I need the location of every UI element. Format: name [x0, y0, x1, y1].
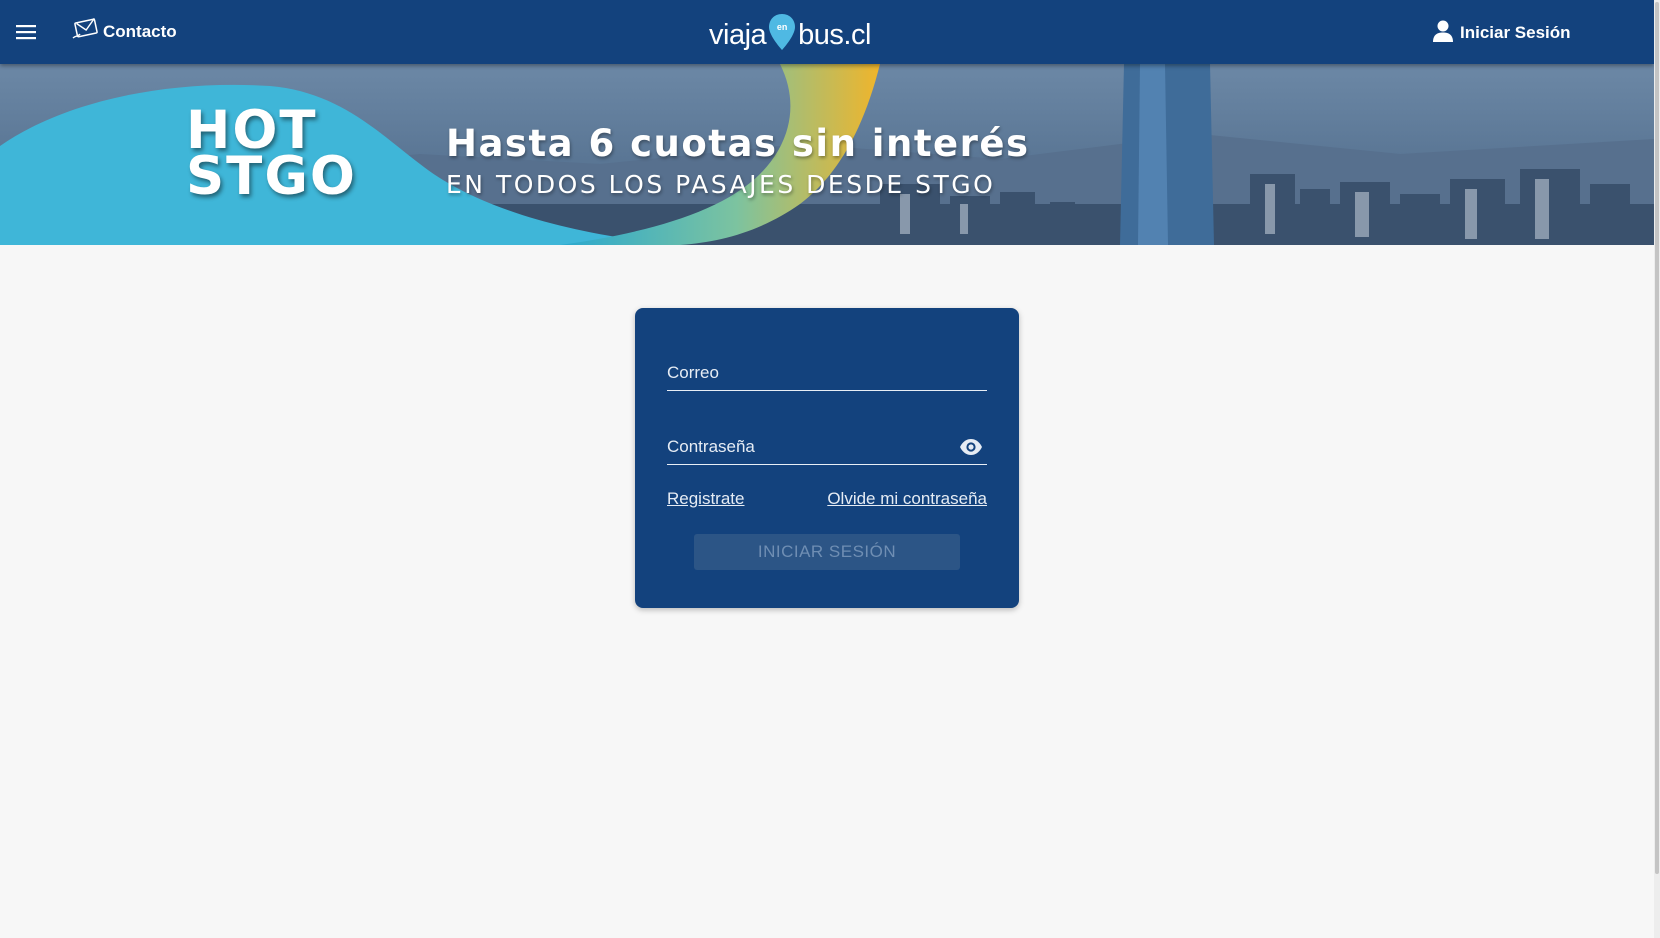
user-icon [1432, 19, 1454, 48]
logo-pin-text: en [776, 22, 788, 32]
login-submit-button[interactable]: INICIAR SESIÓN [694, 534, 960, 570]
logo-text-right: bus.cl [798, 19, 871, 51]
banner-title: Hasta 6 cuotas sin interés [446, 122, 1030, 165]
promo-banner[interactable]: HOT STGO Hasta 6 cuotas sin interés EN T… [0, 64, 1654, 245]
top-navbar: Contacto viaja en bus.cl Iniciar Sesión [0, 0, 1654, 64]
banner-hot-stgo: HOT STGO [186, 104, 357, 207]
password-input[interactable] [667, 431, 957, 463]
contact-link[interactable]: Contacto [71, 17, 177, 47]
login-header-button[interactable]: Iniciar Sesión [1432, 20, 1571, 46]
page-scrollbar[interactable] [1654, 0, 1660, 938]
login-header-label: Iniciar Sesión [1460, 23, 1571, 42]
email-field[interactable] [667, 357, 987, 391]
location-pin-icon: en [767, 12, 797, 56]
scrollbar-thumb[interactable] [1655, 2, 1659, 874]
envelope-icon [71, 17, 99, 47]
password-field[interactable] [667, 431, 987, 465]
banner-hot-line2: STGO [186, 146, 357, 207]
eye-icon[interactable] [959, 438, 983, 456]
site-logo[interactable]: viaja en bus.cl [709, 8, 871, 56]
banner-subtitle: EN TODOS LOS PASAJES DESDE STGO [446, 170, 996, 199]
email-input[interactable] [667, 357, 957, 389]
forgot-password-link[interactable]: Olvide mi contraseña [827, 489, 987, 509]
register-link[interactable]: Registrate [667, 489, 744, 509]
contact-label: Contacto [103, 22, 177, 41]
logo-text-left: viaja [709, 19, 767, 51]
menu-icon[interactable] [14, 21, 38, 43]
login-card: Registrate Olvide mi contraseña INICIAR … [635, 308, 1019, 608]
